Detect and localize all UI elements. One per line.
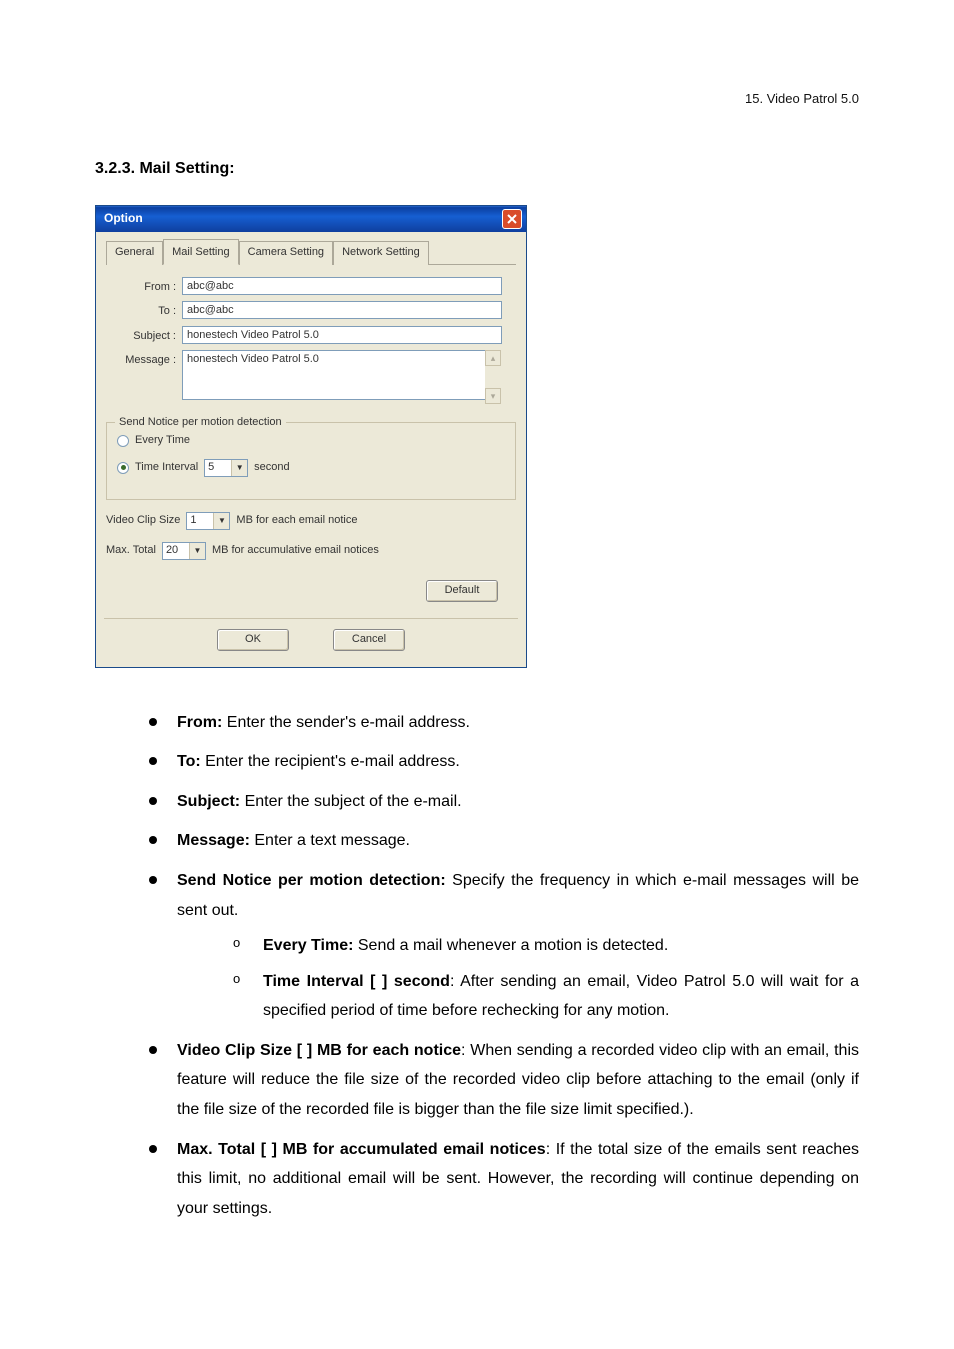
radio-icon[interactable] <box>117 462 129 474</box>
maxtotal-prefix: Max. Total <box>106 543 156 558</box>
tab-camera-setting[interactable]: Camera Setting <box>239 241 333 265</box>
desc-subject-b: Subject: <box>177 793 240 810</box>
radio-time-interval[interactable]: Time Interval 5 ▼ second <box>117 459 505 477</box>
clipsize-combo[interactable]: 1 ▼ <box>186 512 230 530</box>
desc-interval-b: Time Interval [ ] second <box>263 973 450 990</box>
clipsize-value: 1 <box>187 512 213 529</box>
interval-value: 5 <box>205 459 231 476</box>
radio-every-time[interactable]: Every Time <box>117 433 505 448</box>
option-dialog: Option General Mail Setting Camera Setti… <box>95 205 527 668</box>
message-label: Message : <box>106 350 182 368</box>
chevron-down-icon[interactable]: ▼ <box>231 460 247 476</box>
scroll-up-icon[interactable]: ▴ <box>485 350 501 366</box>
list-item: Video Clip Size [ ] MB for each notice: … <box>149 1036 859 1125</box>
description-list: From: Enter the sender's e-mail address.… <box>95 708 859 1224</box>
desc-message-t: Enter a text message. <box>250 832 410 849</box>
desc-clip-b: Video Clip Size [ ] MB for each notice <box>177 1042 461 1059</box>
list-item: From: Enter the sender's e-mail address. <box>149 708 859 738</box>
to-input[interactable] <box>182 301 502 319</box>
list-item: Subject: Enter the subject of the e-mail… <box>149 787 859 817</box>
message-textarea[interactable] <box>182 350 486 400</box>
list-item: Message: Enter a text message. <box>149 826 859 856</box>
desc-to-b: To: <box>177 753 201 770</box>
cancel-button[interactable]: Cancel <box>333 629 405 651</box>
maxtotal-value: 20 <box>163 542 189 559</box>
desc-from-b: From: <box>177 714 222 731</box>
section-title: 3.2.3. Mail Setting: <box>95 158 859 180</box>
radio-every-label: Every Time <box>135 433 190 448</box>
desc-every-t: Send a mail whenever a motion is detecte… <box>353 937 668 954</box>
dialog-body: General Mail Setting Camera Setting Netw… <box>96 232 526 667</box>
divider <box>104 618 518 619</box>
tab-network-setting[interactable]: Network Setting <box>333 241 429 265</box>
page-header: 15. Video Patrol 5.0 <box>95 90 859 108</box>
close-icon[interactable] <box>502 209 522 229</box>
desc-to-t: Enter the recipient's e-mail address. <box>201 753 460 770</box>
list-item: Time Interval [ ] second: After sending … <box>233 967 859 1026</box>
to-label: To : <box>106 301 182 319</box>
chevron-down-icon[interactable]: ▼ <box>213 513 229 529</box>
fieldset-legend: Send Notice per motion detection <box>115 415 286 430</box>
desc-every-b: Every Time: <box>263 937 353 954</box>
desc-message-b: Message: <box>177 832 250 849</box>
sub-list: Every Time: Send a mail whenever a motio… <box>177 931 859 1026</box>
list-item: Every Time: Send a mail whenever a motio… <box>233 931 859 961</box>
scroll-down-icon[interactable]: ▾ <box>485 388 501 404</box>
titlebar: Option <box>96 206 526 232</box>
maxtotal-suffix: MB for accumulative email notices <box>212 543 379 558</box>
desc-from-t: Enter the sender's e-mail address. <box>222 714 470 731</box>
radio-icon[interactable] <box>117 435 129 447</box>
list-item: Send Notice per motion detection: Specif… <box>149 866 859 1026</box>
list-item: Max. Total [ ] MB for accumulated email … <box>149 1135 859 1224</box>
subject-input[interactable] <box>182 326 502 344</box>
list-item: To: Enter the recipient's e-mail address… <box>149 747 859 777</box>
maxtotal-combo[interactable]: 20 ▼ <box>162 542 206 560</box>
dialog-title: Option <box>104 210 143 227</box>
message-scrollbar[interactable]: ▴ ▾ <box>485 350 501 404</box>
tab-general[interactable]: General <box>106 241 163 265</box>
interval-unit: second <box>254 460 289 475</box>
radio-interval-label: Time Interval <box>135 460 198 475</box>
desc-subject-t: Enter the subject of the e-mail. <box>240 793 461 810</box>
tabbar: General Mail Setting Camera Setting Netw… <box>106 240 516 265</box>
notice-fieldset: Send Notice per motion detection Every T… <box>106 422 516 499</box>
from-input[interactable] <box>182 277 502 295</box>
clipsize-suffix: MB for each email notice <box>236 513 357 528</box>
clipsize-prefix: Video Clip Size <box>106 513 180 528</box>
desc-max-b: Max. Total [ ] MB for accumulated email … <box>177 1141 546 1158</box>
subject-label: Subject : <box>106 326 182 344</box>
chevron-down-icon[interactable]: ▼ <box>189 543 205 559</box>
from-label: From : <box>106 277 182 295</box>
desc-send-b: Send Notice per motion detection: <box>177 872 446 889</box>
ok-button[interactable]: OK <box>217 629 289 651</box>
default-button[interactable]: Default <box>426 580 498 602</box>
interval-combo[interactable]: 5 ▼ <box>204 459 248 477</box>
tab-mail-setting[interactable]: Mail Setting <box>163 239 238 265</box>
